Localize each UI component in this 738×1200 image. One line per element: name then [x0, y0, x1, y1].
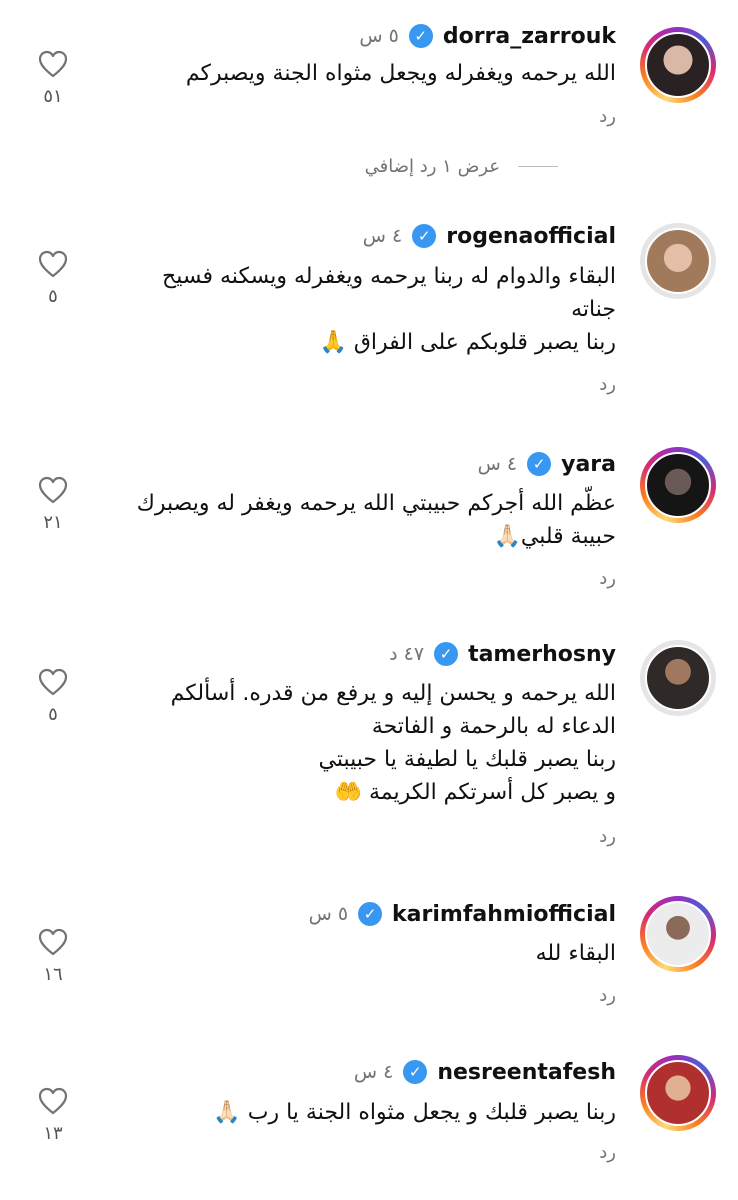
verified-check-icon: ✓ — [403, 1060, 428, 1084]
comment-line: الدعاء له بالرحمة و الفاتحة — [371, 714, 616, 739]
avatar-story-ring[interactable] — [640, 447, 716, 523]
avatar[interactable] — [645, 32, 711, 98]
comment-line: جناته — [571, 297, 616, 322]
like-control: ١٦ — [28, 928, 78, 985]
avatar-story-ring[interactable] — [640, 896, 716, 972]
username[interactable]: dorra_zarrouk — [443, 24, 616, 49]
comment-header: yara ✓ ٤ س — [478, 450, 616, 478]
avatar[interactable] — [645, 645, 711, 711]
reply-button[interactable]: رد — [599, 826, 616, 847]
like-control: ٢١ — [28, 476, 78, 533]
avatar-ring[interactable] — [640, 223, 716, 299]
avatar[interactable] — [645, 452, 711, 518]
avatar[interactable] — [645, 901, 711, 967]
comment-header: karimfahmiofficial ✓ ٥ س — [309, 900, 616, 928]
view-more-replies[interactable]: عرض ١ رد إضافي — [365, 156, 558, 177]
timestamp: ٤ س — [477, 453, 518, 475]
avatar[interactable] — [645, 228, 711, 294]
comment-line: الله يرحمه ويغفرله ويجعل مثواه الجنة ويص… — [185, 61, 616, 86]
comment-line: البقاء والدوام له ربنا يرحمه ويغفرله ويس… — [162, 264, 616, 289]
avatar-story-ring[interactable] — [640, 1055, 716, 1131]
like-count: ٥ — [48, 704, 58, 725]
comment-line: ربنا يصبر قلبك يا لطيفة يا حبيبتي — [318, 747, 616, 772]
username[interactable]: tamerhosny — [468, 642, 616, 667]
comment-header: rogenaofficial ✓ ٤ س — [363, 222, 616, 250]
avatar[interactable] — [645, 1060, 711, 1126]
comment-line: الله يرحمه و يحسن إليه و يرفع من قدره. أ… — [170, 681, 616, 706]
heart-outline-icon[interactable] — [28, 476, 78, 504]
like-count: ١٦ — [43, 964, 63, 985]
comment-header: tamerhosny ✓ ٤٧ د — [389, 640, 616, 668]
comment-header: dorra_zarrouk ✓ ٥ س — [359, 22, 616, 50]
verified-check-icon: ✓ — [527, 452, 552, 476]
heart-outline-icon[interactable] — [28, 928, 78, 956]
view-replies-label[interactable]: عرض ١ رد إضافي — [365, 156, 500, 177]
username[interactable]: rogenaofficial — [446, 224, 616, 249]
comment-header: nesreentafesh ✓ ٤ س — [354, 1058, 616, 1086]
reply-button[interactable]: رد — [599, 568, 616, 589]
like-control: ٥ — [28, 668, 78, 725]
divider — [518, 166, 558, 167]
heart-outline-icon[interactable] — [28, 50, 78, 78]
like-count: ٢١ — [43, 512, 63, 533]
avatar-ring[interactable] — [640, 640, 716, 716]
heart-outline-icon[interactable] — [28, 1087, 78, 1115]
comment-text: ربنا يصبر قلبك و يجعل مثواه الجنة يا رب … — [116, 1096, 616, 1129]
reply-button[interactable]: رد — [599, 106, 616, 127]
username[interactable]: nesreentafesh — [437, 1060, 616, 1085]
username[interactable]: yara — [561, 452, 616, 477]
username[interactable]: karimfahmiofficial — [392, 902, 616, 927]
timestamp: ٤٧ د — [389, 643, 425, 665]
comment-line: حبيبة قلبي🙏🏻 — [493, 524, 616, 549]
like-control: ٥١ — [28, 50, 78, 107]
timestamp: ٤ س — [353, 1061, 394, 1083]
timestamp: ٥ س — [359, 25, 399, 47]
verified-check-icon: ✓ — [408, 24, 433, 48]
reply-button[interactable]: رد — [599, 374, 616, 395]
verified-check-icon: ✓ — [434, 642, 459, 666]
comment-text: البقاء والدوام له ربنا يرحمه ويغفرله ويس… — [116, 260, 616, 359]
comment-line: ربنا يصبر قلوبكم على الفراق 🙏 — [319, 330, 616, 355]
timestamp: ٤ س — [362, 225, 403, 247]
comment-line: و يصبر كل أسرتكم الكريمة 🤲 — [334, 780, 616, 805]
comment-line: عظّم الله أجركم حبيبتي الله يرحمه ويغفر … — [136, 491, 616, 516]
reply-button[interactable]: رد — [599, 1142, 616, 1163]
heart-outline-icon[interactable] — [28, 668, 78, 696]
verified-check-icon: ✓ — [412, 224, 437, 248]
comment-text: الله يرحمه ويغفرله ويجعل مثواه الجنة ويص… — [116, 57, 616, 90]
heart-outline-icon[interactable] — [28, 250, 78, 278]
reply-button[interactable]: رد — [599, 985, 616, 1006]
comment-line: البقاء لله — [535, 941, 616, 966]
like-control: ٥ — [28, 250, 78, 307]
like-count: ٥ — [48, 286, 58, 307]
verified-check-icon: ✓ — [358, 902, 383, 926]
timestamp: ٥ س — [308, 903, 349, 925]
avatar-story-ring[interactable] — [640, 27, 716, 103]
like-count: ٥١ — [43, 86, 63, 107]
like-control: ١٣ — [28, 1087, 78, 1144]
comment-text: البقاء لله — [116, 937, 616, 970]
comment-text: الله يرحمه و يحسن إليه و يرفع من قدره. أ… — [116, 677, 616, 809]
comment-text: عظّم الله أجركم حبيبتي الله يرحمه ويغفر … — [116, 487, 616, 553]
like-count: ١٣ — [43, 1123, 63, 1144]
comment-line: ربنا يصبر قلبك و يجعل مثواه الجنة يا رب … — [213, 1100, 616, 1125]
